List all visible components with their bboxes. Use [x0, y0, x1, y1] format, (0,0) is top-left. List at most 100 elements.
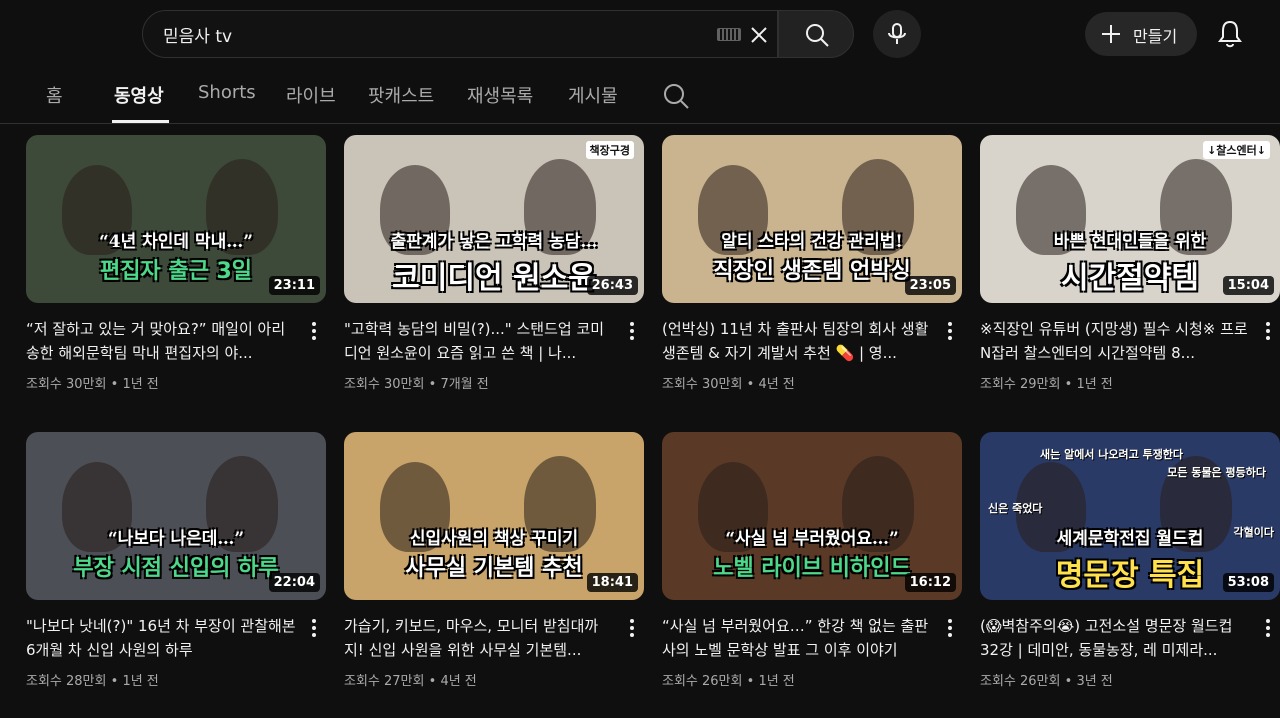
video-card[interactable]: “4년 차인데 막내…” 편집자 출근 3일 23:11 “저 잘하고 있는 거… — [26, 135, 326, 392]
meta-separator: • — [110, 377, 123, 392]
thumbnail-headline: 알티 스타의 건강 관리법! — [721, 232, 903, 252]
search-box — [142, 10, 778, 58]
tab-playlists[interactable]: 재생목록 — [467, 82, 533, 124]
upload-age: 1년 전 — [758, 674, 795, 689]
more-actions-icon[interactable] — [1262, 616, 1274, 640]
tab-live[interactable]: 라이브 — [286, 82, 336, 124]
more-actions-icon[interactable] — [1262, 319, 1274, 343]
video-title[interactable]: "나보다 낫네(?)" 16년 차 부장이 관찰해본 6개월 차 신입 사원의 … — [26, 614, 296, 662]
meta-separator: • — [110, 674, 123, 689]
view-count: 조회수 28만회 — [26, 674, 107, 689]
thumbnail-caption: 새는 알에서 나오려고 투쟁한다 — [1040, 448, 1184, 461]
video-metadata: 조회수 30만회 • 1년 전 — [26, 373, 159, 392]
video-title[interactable]: “사실 넘 부러웠어요…” 한강 책 없는 출판사의 노벨 문학상 발표 그 이… — [662, 614, 932, 662]
upload-age: 1년 전 — [122, 377, 159, 392]
thumbnail-headline: 신입사원의 책상 꾸미기 — [409, 529, 579, 549]
meta-separator: • — [746, 674, 759, 689]
video-duration: 22:04 — [268, 573, 320, 592]
video-thumbnail[interactable]: “나보다 나은데…” 부장 시점 신입의 하루 22:04 — [26, 432, 326, 600]
view-count: 조회수 30만회 — [26, 377, 107, 392]
create-button[interactable]: 만들기 — [1085, 12, 1197, 56]
meta-separator: • — [1064, 377, 1077, 392]
video-title[interactable]: (언박싱) 11년 차 출판사 팀장의 회사 생활 생존템 & 자기 계발서 추… — [662, 317, 932, 365]
tab-shorts[interactable]: Shorts — [198, 82, 256, 124]
upload-age: 1년 전 — [1076, 377, 1113, 392]
more-actions-icon[interactable] — [308, 319, 320, 343]
video-card[interactable]: 알티 스타의 건강 관리법! 직장인 생존템 언박싱 23:05 (언박싱) 1… — [662, 135, 962, 392]
thumbnail-headline: “나보다 나은데…” — [107, 529, 245, 549]
video-card[interactable]: ↓찰스엔터↓ 바쁜 현대인들을 위한 시간절약템 15:04 ※직장인 유튜버 … — [980, 135, 1280, 392]
upload-age: 4년 전 — [440, 674, 477, 689]
video-thumbnail[interactable]: 알티 스타의 건강 관리법! 직장인 생존템 언박싱 23:05 — [662, 135, 962, 303]
video-thumbnail[interactable]: 신입사원의 책상 꾸미기 사무실 기본템 추천 18:41 — [344, 432, 644, 600]
clear-search-icon[interactable] — [747, 23, 771, 47]
upload-age: 7개월 전 — [440, 377, 489, 392]
video-card[interactable]: 신입사원의 책상 꾸미기 사무실 기본템 추천 18:41 가습기, 키보드, … — [344, 432, 644, 689]
video-duration: 18:41 — [586, 573, 638, 592]
tab-videos[interactable]: 동영상 — [114, 82, 164, 124]
search-icon — [806, 24, 829, 47]
video-card[interactable]: “사실 넘 부러웠어요…” 노벨 라이브 비하인드 16:12 “사실 넘 부러… — [662, 432, 962, 689]
tab-posts[interactable]: 게시물 — [568, 82, 618, 124]
thumbnail-headline: 바쁜 현대인들을 위한 — [1053, 232, 1207, 252]
more-actions-icon[interactable] — [944, 616, 956, 640]
upload-age: 4년 전 — [758, 377, 795, 392]
video-metadata: 조회수 30만회 • 7개월 전 — [344, 373, 489, 392]
view-count: 조회수 26만회 — [662, 674, 743, 689]
view-count: 조회수 30만회 — [344, 377, 425, 392]
search-input[interactable] — [163, 11, 703, 57]
more-actions-icon[interactable] — [308, 616, 320, 640]
video-thumbnail[interactable]: “사실 넘 부러웠어요…” 노벨 라이브 비하인드 16:12 — [662, 432, 962, 600]
video-card[interactable]: 새는 알에서 나오려고 투쟁한다 모든 동물은 평등하다 신은 죽었다 각혈이다 세계… — [980, 432, 1280, 689]
bell-icon[interactable] — [1214, 18, 1246, 50]
thumbnail-headline: “4년 차인데 막내…” — [98, 232, 254, 252]
view-count: 조회수 27만회 — [344, 674, 425, 689]
video-duration: 15:04 — [1222, 276, 1274, 295]
video-metadata: 조회수 28만회 • 1년 전 — [26, 670, 159, 689]
thumbnail-caption: 신은 죽었다 — [988, 502, 1043, 515]
video-duration: 23:11 — [268, 276, 320, 295]
video-metadata: 조회수 26만회 • 1년 전 — [662, 670, 795, 689]
keyboard-icon[interactable] — [717, 28, 741, 41]
more-actions-icon[interactable] — [626, 616, 638, 640]
search-button[interactable] — [778, 10, 854, 58]
meta-separator: • — [1064, 674, 1077, 689]
more-actions-icon[interactable] — [944, 319, 956, 343]
video-title[interactable]: "고학력 농담의 비밀(?)..." 스탠드업 코미디언 원소윤이 요즘 읽고 … — [344, 317, 614, 365]
video-duration: 23:05 — [904, 276, 956, 295]
video-metadata: 조회수 29만회 • 1년 전 — [980, 373, 1113, 392]
upload-age: 1년 전 — [122, 674, 159, 689]
video-title[interactable]: 가습기, 키보드, 마우스, 모니터 받침대까지! 신입 사원을 위한 사무실 … — [344, 614, 614, 662]
video-thumbnail[interactable]: “4년 차인데 막내…” 편집자 출근 3일 23:11 — [26, 135, 326, 303]
video-title[interactable]: “저 잘하고 있는 거 맞아요?” 매일이 아리송한 해외문학팀 막내 편집자의… — [26, 317, 296, 365]
thumbnail-headline: 출판계가 낳은 고학력 농담… — [390, 232, 598, 252]
thumbnail-headline: 세계문학전집 월드컵 — [1056, 529, 1204, 549]
video-metadata: 조회수 26만회 • 3년 전 — [980, 670, 1113, 689]
video-title[interactable]: (😱벽참주의😭) 고전소설 명문장 월드컵 32강 | 데미안, 동물농장, 레… — [980, 614, 1250, 662]
active-tab-indicator — [112, 120, 169, 123]
tab-home[interactable]: 홈 — [46, 82, 63, 124]
microphone-icon — [888, 23, 906, 44]
view-count: 조회수 26만회 — [980, 674, 1061, 689]
video-thumbnail[interactable]: 책장구경 출판계가 낳은 고학력 농담… 코미디언 원소윤 26:43 — [344, 135, 644, 303]
plus-icon — [1102, 25, 1120, 43]
more-actions-icon[interactable] — [626, 319, 638, 343]
video-thumbnail[interactable]: 새는 알에서 나오려고 투쟁한다 모든 동물은 평등하다 신은 죽었다 각혈이다 세계… — [980, 432, 1280, 600]
video-card[interactable]: 책장구경 출판계가 낳은 고학력 농담… 코미디언 원소윤 26:43 "고학력… — [344, 135, 644, 392]
video-title[interactable]: ※직장인 유튜버 (지망생) 필수 시청※ 프로N잡러 찰스엔터의 시간절약템 … — [980, 317, 1250, 365]
video-card[interactable]: “나보다 나은데…” 부장 시점 신입의 하루 22:04 "나보다 낫네(?)… — [26, 432, 326, 689]
upload-age: 3년 전 — [1076, 674, 1113, 689]
video-duration: 26:43 — [586, 276, 638, 295]
tab-podcasts[interactable]: 팟캐스트 — [368, 82, 434, 124]
top-bar: 만들기 — [0, 0, 1280, 66]
video-thumbnail[interactable]: ↓찰스엔터↓ 바쁜 현대인들을 위한 시간절약템 15:04 — [980, 135, 1280, 303]
channel-search-icon[interactable] — [662, 82, 690, 110]
video-duration: 16:12 — [904, 573, 956, 592]
video-metadata: 조회수 27만회 • 4년 전 — [344, 670, 477, 689]
video-duration: 53:08 — [1222, 573, 1274, 592]
voice-search-button[interactable] — [873, 10, 921, 58]
channel-tabs: 홈 동영상 Shorts 라이브 팟캐스트 재생목록 게시물 — [0, 66, 1280, 124]
view-count: 조회수 29만회 — [980, 377, 1061, 392]
video-metadata: 조회수 30만회 • 4년 전 — [662, 373, 795, 392]
meta-separator: • — [428, 377, 441, 392]
